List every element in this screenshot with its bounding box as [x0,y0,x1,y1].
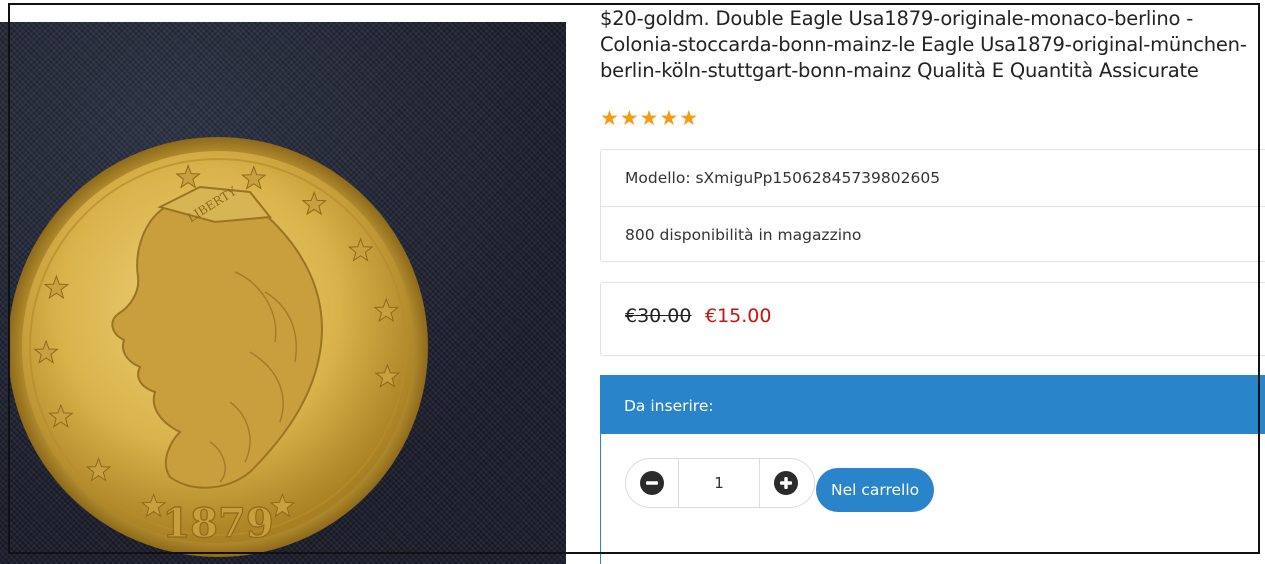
star-icon: ★ [600,106,619,130]
product-title: $20-goldm. Double Eagle Usa1879-original… [600,7,1247,82]
coin-year: 1879 [162,500,273,547]
rating-stars: ★ ★ ★ ★ ★ [600,106,699,130]
product-info-box: Modello: sXmiguPp15062845739802605 800 d… [600,149,1265,262]
quantity-input[interactable] [678,459,760,507]
decrease-quantity-button[interactable] [626,459,678,507]
old-price: €30.00 [625,305,692,327]
quantity-stepper [625,458,815,508]
gold-coin-illustration: 1879 LIBERTY [8,137,428,557]
star-icon: ★ [659,106,679,130]
star-icon: ★ [679,106,699,130]
sale-price: €15.00 [705,305,772,327]
add-to-cart-panel: Nel carrello [600,434,1265,564]
star-icon: ★ [639,106,659,130]
price-box: €30.00 €15.00 [600,282,1265,356]
plus-circle-icon [774,471,798,495]
increase-quantity-button[interactable] [760,459,812,507]
star-icon: ★ [619,106,639,130]
stock-availability: 800 disponibilità in magazzino [601,206,1265,263]
minus-circle-icon [640,471,664,495]
add-to-cart-header: Da inserire: [600,375,1265,434]
product-image: 1879 LIBERTY [0,22,566,564]
product-model: Modello: sXmiguPp15062845739802605 [625,169,941,187]
add-to-cart-button[interactable]: Nel carrello [816,468,935,512]
product-details: $20-goldm. Double Eagle Usa1879-original… [600,0,1265,564]
